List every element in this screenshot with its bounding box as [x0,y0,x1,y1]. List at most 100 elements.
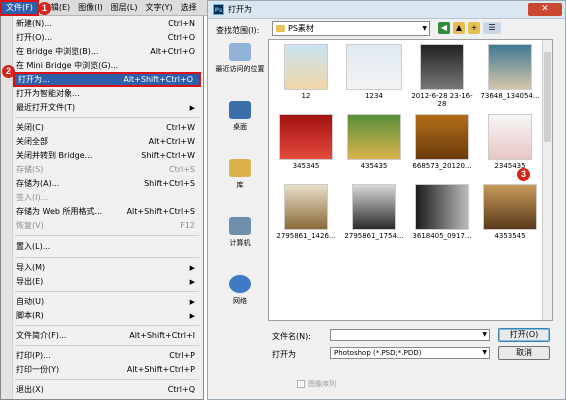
network-icon [229,275,251,293]
image-thumbnail [415,114,469,160]
submenu-arrow-icon: ▶ [189,103,195,112]
vertical-scrollbar[interactable] [542,40,552,320]
menu-item-new[interactable]: 新建(N)... Ctrl+N [13,17,201,30]
file-item[interactable]: 3618405_0917... [411,184,473,250]
back-icon[interactable]: ◀ [438,22,450,34]
menu-bar: 文件(F) 编辑(E) 图像(I) 图层(L) 文字(Y) 选择 [0,0,212,16]
menu-item-save[interactable]: 存储(S) Ctrl+S [13,163,201,176]
file-item[interactable]: 2795861_1426... [275,184,337,250]
menu-item-place[interactable]: 置入(L)... [13,240,201,253]
submenu-arrow-icon: ▶ [189,263,195,272]
filename-input[interactable]: ▼ [330,329,490,341]
image-sequence-checkbox[interactable]: 图像序列 [297,379,336,389]
dialog-titlebar: Ps 打开为 ✕ [208,1,565,19]
open-as-format-label: 打开为 [272,350,296,359]
file-item[interactable]: 2795861_1754... [343,184,405,250]
libraries-icon [229,159,251,177]
file-item[interactable]: 345345 [275,114,337,180]
menu-type[interactable]: 文字(Y) [141,0,176,16]
open-button[interactable]: 打开(O) [498,328,550,342]
menu-item-browse-mini-bridge[interactable]: 在 Mini Bridge 中浏览(G)... [13,59,201,72]
cancel-button[interactable]: 取消 [498,346,550,360]
file-item[interactable]: 435435 [343,114,405,180]
up-folder-icon[interactable]: ▲ [453,22,465,34]
place-network[interactable]: 网络 [214,275,266,327]
file-item[interactable]: 2012-6-28 23-16-28 [411,44,473,110]
image-thumbnail [346,44,402,90]
open-as-format-select[interactable]: Photoshop (*.PSD;*.PDD) ▼ [330,347,490,359]
menu-item-file-info[interactable]: 文件简介(F)... Alt+Shift+Ctrl+I [13,329,201,342]
photoshop-icon: Ps [213,4,224,15]
place-desktop[interactable]: 桌面 [214,101,266,153]
submenu-arrow-icon: ▶ [189,297,195,306]
view-menu-icon[interactable]: ☰ [483,22,501,34]
menu-item-save-for-web[interactable]: 存储为 Web 所用格式... Alt+Shift+Ctrl+S [13,205,201,218]
desktop-icon [229,101,251,119]
step-badge-2: 2 [2,65,15,78]
file-item[interactable]: 4353545 [479,184,541,250]
dialog-title: 打开为 [228,5,252,14]
checkbox-box[interactable] [297,380,305,388]
menu-item-browse-bridge[interactable]: 在 Bridge 中浏览(B)... Alt+Ctrl+O [13,45,201,58]
step-badge-3: 3 [517,168,530,181]
image-thumbnail [420,44,464,90]
image-thumbnail [488,44,532,90]
menu-item-import[interactable]: 导入(M) ▶ [13,261,201,274]
image-thumbnail [279,114,333,160]
dialog-toolbar: ◀ ▲ + ☰ [438,22,501,34]
menu-layer[interactable]: 图层(L) [107,0,142,16]
open-as-dialog: Ps 打开为 ✕ 查找范围(I): PS素材 ▼ ◀ ▲ + ☰ 最近访问的位置… [207,0,566,400]
new-folder-icon[interactable]: + [468,22,480,34]
menu-item-print-one-copy[interactable]: 打印一份(Y) Alt+Shift+Ctrl+P [13,363,201,376]
file-item[interactable]: 73648_134054... [479,44,541,110]
menu-item-recent-files[interactable]: 最近打开文件(T) ▶ [13,101,201,114]
menu-item-save-as[interactable]: 存储为(A)... Shift+Ctrl+S [13,177,201,190]
place-computer[interactable]: 计算机 [214,217,266,269]
image-thumbnail [415,184,469,230]
file-item[interactable]: 1234 [343,44,405,110]
chevron-down-icon: ▼ [422,25,427,32]
close-button[interactable]: ✕ [528,3,562,16]
menu-item-exit[interactable]: 退出(X) Ctrl+Q [13,383,201,396]
image-thumbnail [483,184,537,230]
image-thumbnail [488,114,532,160]
menu-item-open-as-smart-object[interactable]: 打开为智能对象... [13,87,201,100]
file-item[interactable]: 668573_20120... [411,114,473,180]
menu-select[interactable]: 选择 [177,0,201,16]
computer-icon [229,217,251,235]
look-in-label: 查找范围(I): [216,26,260,35]
folder-icon [276,25,285,32]
menu-item-close-go-bridge[interactable]: 关闭并转到 Bridge... Shift+Ctrl+W [13,149,201,162]
file-item[interactable]: 12 [275,44,337,110]
step-badge-1: 1 [38,2,51,15]
menu-item-open-as[interactable]: 打开为... Alt+Shift+Ctrl+O [13,72,201,87]
filename-label: 文件名(N): [272,332,311,341]
menu-item-check-in[interactable]: 签入(I)... [13,191,201,204]
submenu-arrow-icon: ▶ [189,311,195,320]
menu-file[interactable]: 文件(F) [0,0,39,16]
menu-item-print[interactable]: 打印(P)... Ctrl+P [13,349,201,362]
menu-item-revert[interactable]: 恢复(V) F12 [13,219,201,232]
menu-item-export[interactable]: 导出(E) ▶ [13,275,201,288]
look-in-value: PS素材 [288,24,314,33]
places-bar: 最近访问的位置 桌面 库 计算机 网络 [214,39,266,319]
submenu-arrow-icon: ▶ [189,277,195,286]
look-in-dropdown[interactable]: PS素材 ▼ [272,21,430,36]
menu-item-close[interactable]: 关闭(C) Ctrl+W [13,121,201,134]
place-recent[interactable]: 最近访问的位置 [214,43,266,95]
chevron-down-icon: ▼ [482,349,487,356]
menu-image[interactable]: 图像(I) [74,0,107,16]
file-menu: 新建(N)... Ctrl+N 打开(O)... Ctrl+O 在 Bridge 中… [0,16,204,400]
file-list: 12 1234 2012-6-28 23-16-28 73648_134054.… [268,39,553,321]
image-thumbnail [284,184,328,230]
image-thumbnail [347,114,401,160]
menu-item-automate[interactable]: 自动(U) ▶ [13,295,201,308]
menu-item-close-all[interactable]: 关闭全部 Alt+Ctrl+W [13,135,201,148]
scrollbar-thumb[interactable] [544,52,551,142]
image-thumbnail [284,44,328,90]
place-libraries[interactable]: 库 [214,159,266,211]
menu-item-open[interactable]: 打开(O)... Ctrl+O [13,31,201,44]
menu-item-scripts[interactable]: 脚本(R) ▶ [13,309,201,322]
file-item[interactable]: 2345435 [479,114,541,180]
recent-places-icon [229,43,251,61]
